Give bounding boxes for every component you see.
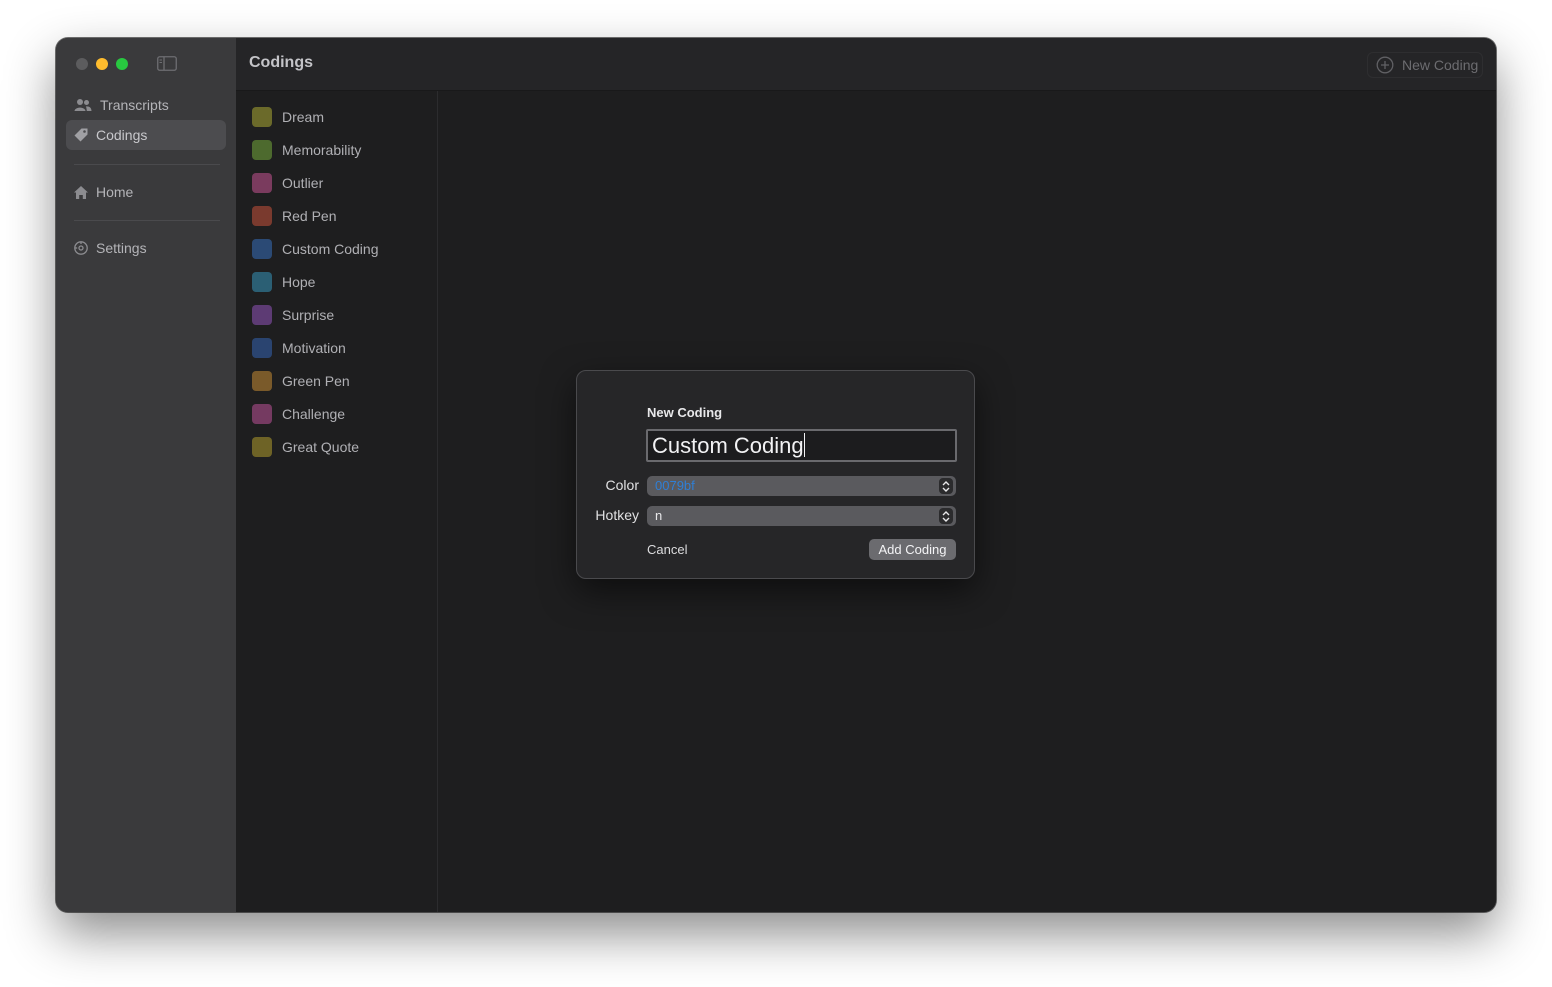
list-item-surprise[interactable]: Surprise [252, 302, 432, 328]
sidebar: Transcripts Codings Home Settings [56, 38, 236, 912]
list-item-label: Great Quote [282, 439, 360, 455]
hotkey-select-value: n [655, 508, 663, 523]
list-item-label: Hope [282, 274, 316, 290]
list-item-custom-coding[interactable]: Custom Coding [252, 236, 432, 262]
list-item-dream[interactable]: Dream [252, 104, 432, 130]
cancel-button[interactable]: Cancel [647, 542, 687, 557]
window-controls [76, 58, 128, 70]
list-item-outlier[interactable]: Outlier [252, 170, 432, 196]
sidebar-item-home[interactable]: Home [66, 177, 226, 207]
list-item-red-pen[interactable]: Red Pen [252, 203, 432, 229]
plus-circle-icon [1376, 56, 1394, 74]
list-item-great-quote[interactable]: Great Quote [252, 434, 432, 460]
dialog-title: New Coding [647, 405, 723, 420]
color-swatch [252, 272, 272, 292]
sidebar-item-label: Codings [96, 127, 148, 143]
new-coding-button[interactable]: New Coding [1367, 52, 1483, 78]
color-swatch [252, 206, 272, 226]
sidebar-divider [74, 220, 220, 221]
coding-name-value: Custom Coding [652, 433, 804, 458]
coding-name-input[interactable]: Custom Coding [646, 429, 957, 462]
color-swatch [252, 107, 272, 127]
list-item-motivation[interactable]: Motivation [252, 335, 432, 361]
list-item-hope[interactable]: Hope [252, 269, 432, 295]
sidebar-item-label: Transcripts [100, 97, 169, 113]
sidebar-item-label: Settings [96, 240, 147, 256]
sidebar-divider [74, 164, 220, 165]
text-caret [803, 433, 805, 457]
color-swatch [252, 371, 272, 391]
people-icon [74, 96, 92, 114]
list-item-label: Challenge [282, 406, 346, 422]
list-item-label: Outlier [282, 175, 324, 191]
sidebar-item-settings[interactable]: Settings [66, 233, 226, 263]
tag-icon [72, 126, 90, 144]
color-label: Color [605, 477, 639, 493]
color-select-value: 0079bf [655, 478, 695, 493]
toolbar: Codings New Coding [236, 38, 1496, 91]
list-item-label: Custom Coding [282, 241, 379, 257]
close-window-button[interactable] [76, 58, 88, 70]
sidebar-item-transcripts[interactable]: Transcripts [66, 90, 226, 120]
gear-icon [72, 239, 90, 257]
sidebar-item-label: Home [96, 184, 134, 200]
hotkey-select[interactable]: n [647, 506, 956, 526]
house-icon [72, 183, 90, 201]
codings-list: Dream Memorability Outlier Red Pen Custo… [236, 91, 438, 912]
color-swatch [252, 437, 272, 457]
chevron-up-down-icon [939, 478, 953, 494]
add-coding-button[interactable]: Add Coding [869, 539, 956, 560]
list-item-label: Memorability [282, 142, 362, 158]
hotkey-label: Hotkey [595, 507, 639, 523]
list-item-label: Dream [282, 109, 325, 125]
list-item-challenge[interactable]: Challenge [252, 401, 432, 427]
sidebar-item-codings[interactable]: Codings [66, 120, 226, 150]
color-swatch [252, 140, 272, 160]
color-swatch [252, 338, 272, 358]
minimize-window-button[interactable] [96, 58, 108, 70]
list-item-green-pen[interactable]: Green Pen [252, 368, 432, 394]
color-swatch [252, 305, 272, 325]
list-item-label: Motivation [282, 340, 346, 356]
new-coding-dialog: New Coding Custom Coding Color 0079bf Ho… [576, 370, 975, 579]
list-item-label: Red Pen [282, 208, 337, 224]
list-item-memorability[interactable]: Memorability [252, 137, 432, 163]
chevron-up-down-icon [939, 508, 953, 524]
color-swatch [252, 239, 272, 259]
sidebar-toggle-icon[interactable] [157, 56, 177, 71]
list-item-label: Green Pen [282, 373, 350, 389]
new-coding-label: New Coding [1402, 57, 1479, 73]
page-title: Codings [249, 54, 313, 71]
color-swatch [252, 173, 272, 193]
color-select[interactable]: 0079bf [647, 476, 956, 496]
list-item-label: Surprise [282, 307, 335, 323]
color-swatch [252, 404, 272, 424]
maximize-window-button[interactable] [116, 58, 128, 70]
